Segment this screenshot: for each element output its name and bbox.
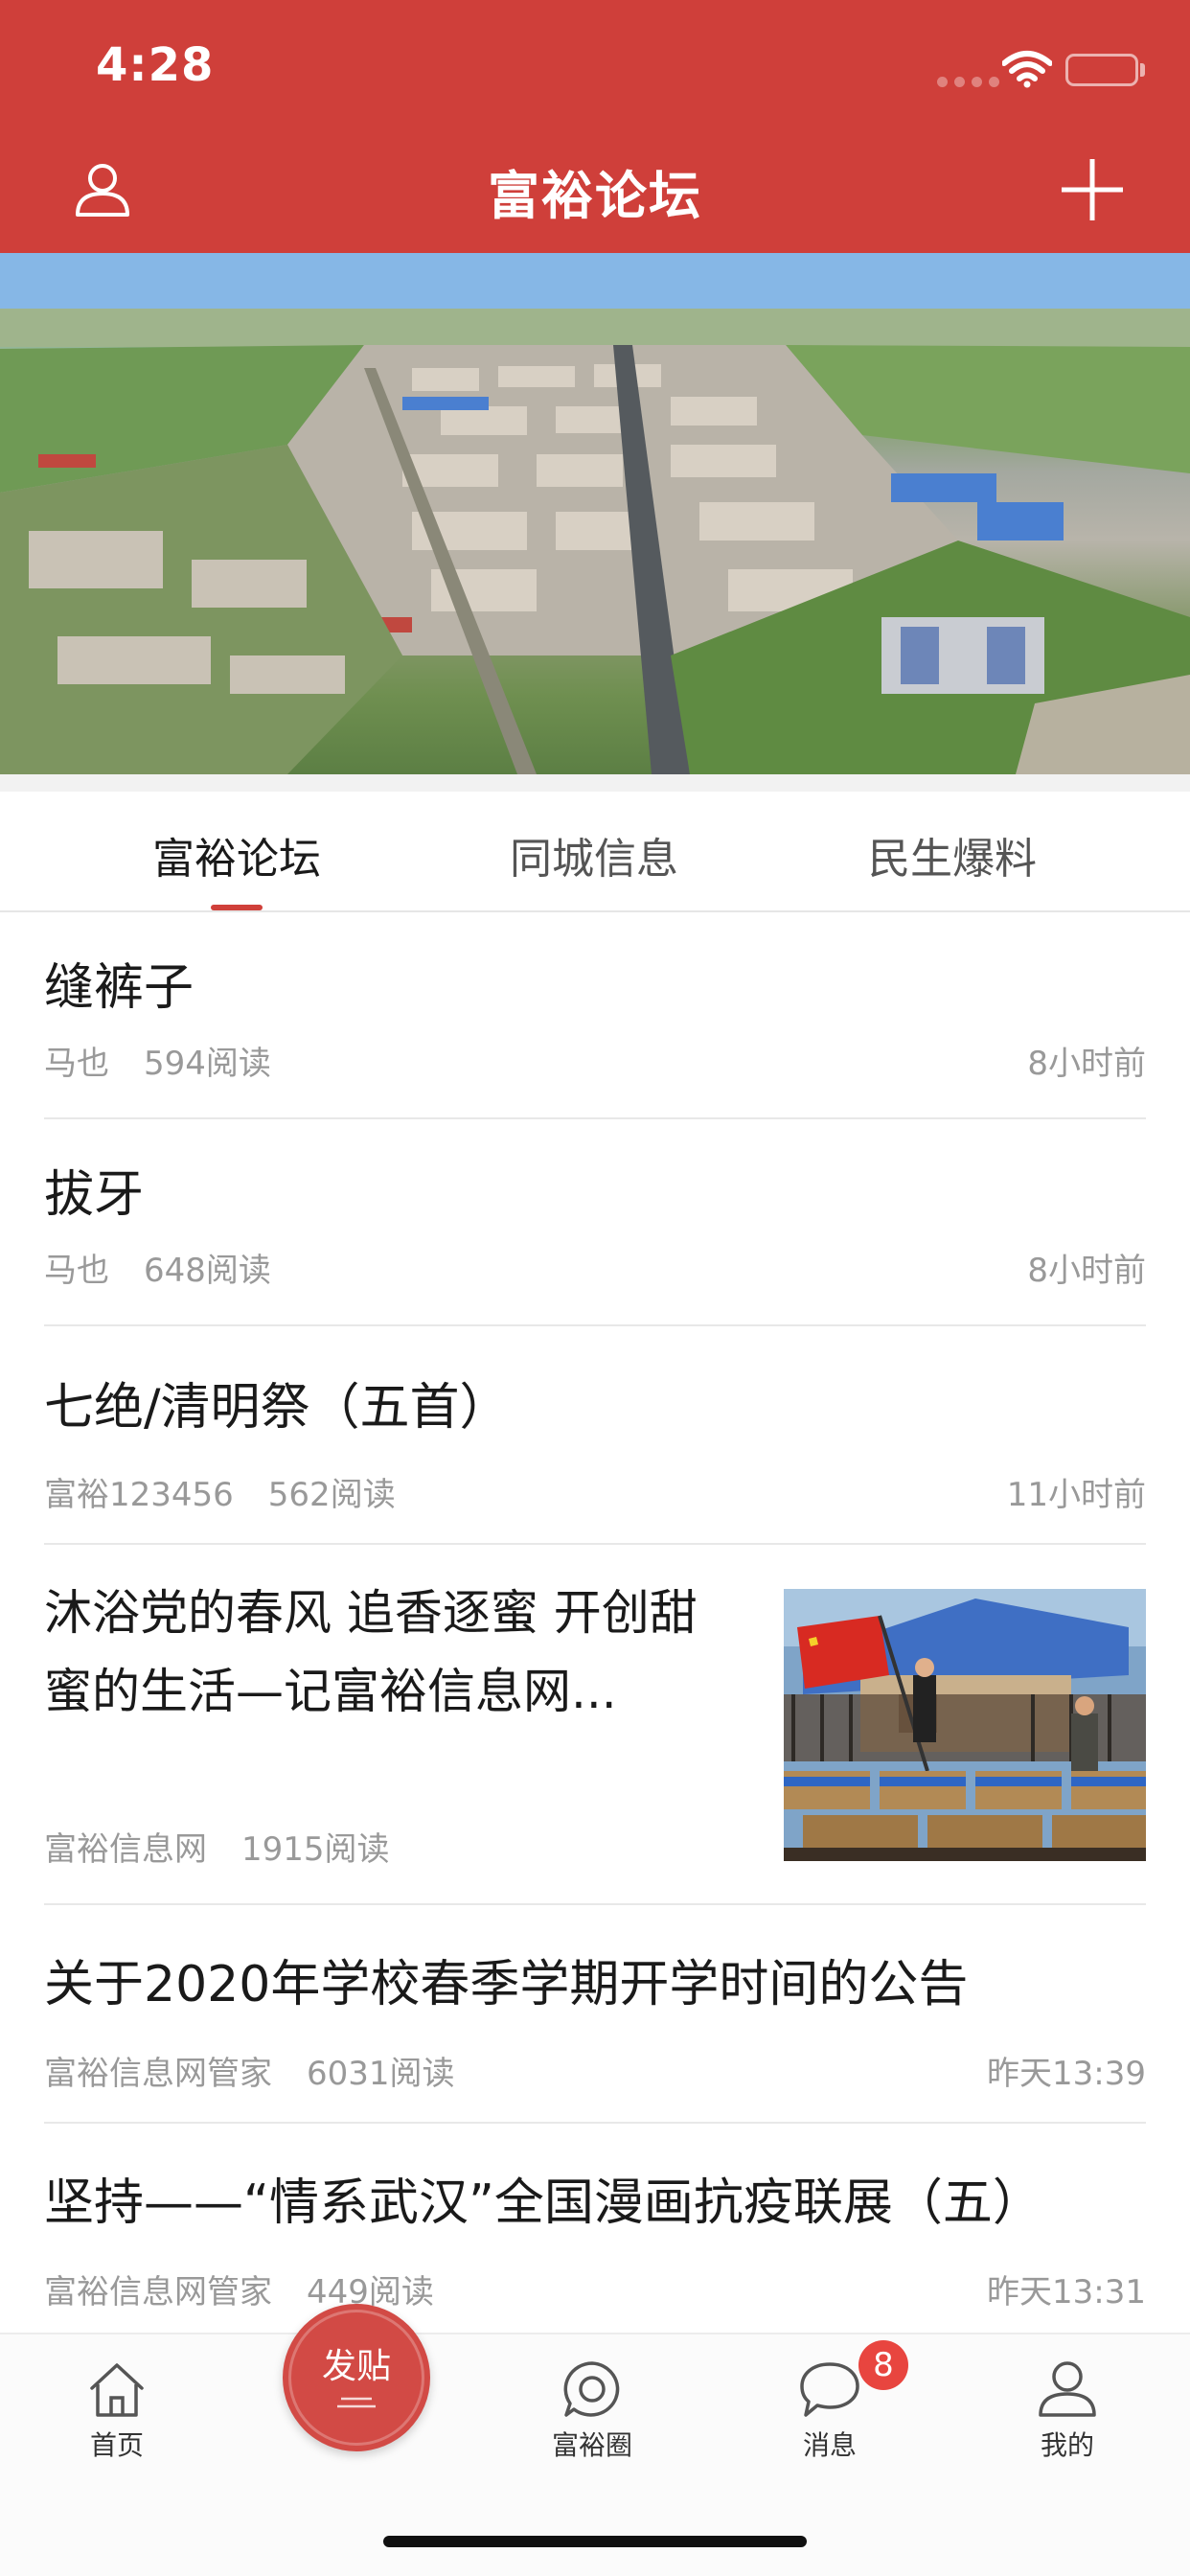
- cellular-signal-icon: [937, 77, 999, 87]
- post-item[interactable]: 坚持——“情系武汉”全国漫画抗疫联展（五） 富裕信息网管家 449阅读 昨天13:…: [44, 2124, 1146, 2333]
- tab-mine-label: 我的: [1040, 2429, 1094, 2461]
- town-aerial-photo: [0, 253, 1190, 774]
- chat-circle-icon: [563, 2361, 620, 2417]
- wifi-icon: [1002, 51, 1052, 88]
- menu-lines-icon: [337, 2397, 376, 2408]
- tab-circle[interactable]: 富裕圈: [535, 2359, 650, 2463]
- tab-public-reports[interactable]: 民生爆料: [809, 824, 1096, 886]
- person-icon: [1039, 2361, 1096, 2417]
- tab-circle-label: 富裕圈: [551, 2429, 632, 2461]
- new-post-button[interactable]: 发贴: [283, 2304, 430, 2451]
- tab-mine[interactable]: 我的: [1010, 2359, 1125, 2463]
- post-author: 马也: [44, 1045, 109, 1083]
- home-icon: [90, 2363, 144, 2417]
- post-author: 马也: [44, 1252, 109, 1290]
- speech-bubble-icon: [800, 2362, 859, 2417]
- post-title: 拔牙: [44, 1166, 145, 1224]
- post-author: 富裕信息网管家: [44, 2273, 272, 2312]
- post-title: 坚持——“情系武汉”全国漫画抗疫联展（五）: [44, 2174, 1042, 2232]
- post-time: 昨天13:31: [987, 2273, 1146, 2312]
- post-item[interactable]: 缝裤子 马也 594阅读 8小时前: [44, 912, 1146, 1119]
- section-divider: [0, 774, 1190, 792]
- post-reads: 648阅读: [144, 1252, 271, 1290]
- app-header: 4:28 富裕论坛: [0, 0, 1190, 253]
- page-title: 富裕论坛: [488, 166, 702, 226]
- post-reads: 562阅读: [267, 1476, 396, 1514]
- active-tab-indicator: [211, 905, 263, 910]
- post-title: 关于2020年学校春季学期开学时间的公告: [44, 1956, 969, 2013]
- tab-local-info[interactable]: 同城信息: [450, 824, 738, 886]
- post-time: 8小时前: [1027, 1252, 1146, 1290]
- battery-tip: [1140, 63, 1145, 77]
- post-time: 8小时前: [1027, 1045, 1146, 1083]
- post-author: 富裕123456: [44, 1476, 234, 1514]
- post-author: 富裕信息网: [44, 1830, 207, 1869]
- post-title: 沐浴党的春风 追香逐蜜 开创甜蜜的生活—记富裕信息网...: [44, 1585, 698, 1719]
- banner-image[interactable]: [0, 253, 1190, 774]
- tab-home-label: 首页: [89, 2429, 144, 2461]
- plus-icon[interactable]: [1060, 157, 1125, 222]
- post-author: 富裕信息网管家: [44, 2055, 272, 2093]
- status-time: 4:28: [96, 38, 215, 92]
- post-time: 11小时前: [1006, 1476, 1146, 1514]
- post-reads: 1915阅读: [241, 1830, 390, 1869]
- post-item[interactable]: 关于2020年学校春季学期开学时间的公告 富裕信息网管家 6031阅读 昨天13:…: [44, 1905, 1146, 2124]
- post-meta: 富裕信息网管家 6031阅读: [44, 2047, 455, 2094]
- category-tabs: 富裕论坛 同城信息 民生爆料: [0, 792, 1190, 912]
- post-meta: 马也 594阅读: [44, 1037, 271, 1084]
- messages-badge: 8: [858, 2340, 908, 2390]
- beekeeping-photo: [784, 1589, 1146, 1861]
- post-time: 昨天13:39: [987, 2055, 1146, 2093]
- tab-forum[interactable]: 富裕论坛: [93, 824, 380, 886]
- post-item[interactable]: 沐浴党的春风 追香逐蜜 开创甜蜜的生活—记富裕信息网... 富裕信息网 1915阅…: [44, 1545, 1146, 1905]
- post-item[interactable]: 七绝/清明祭（五首） 富裕123456 562阅读 11小时前: [44, 1326, 1146, 1545]
- post-reads: 6031阅读: [307, 2055, 455, 2093]
- post-reads: 594阅读: [144, 1045, 271, 1083]
- post-button-label: 发贴: [321, 2347, 391, 2386]
- tab-messages-label: 消息: [802, 2429, 857, 2461]
- post-meta: 富裕123456 562阅读: [44, 1468, 396, 1515]
- post-title: 七绝/清明祭（五首）: [44, 1379, 510, 1437]
- home-indicator[interactable]: [383, 2536, 807, 2547]
- post-meta: 马也 648阅读: [44, 1244, 271, 1291]
- post-item[interactable]: 拔牙 马也 648阅读 8小时前: [44, 1119, 1146, 1326]
- post-thumbnail[interactable]: [784, 1589, 1146, 1861]
- post-title: 缝裤子: [44, 959, 195, 1017]
- battery-icon: [1065, 54, 1138, 86]
- post-meta: 富裕信息网 1915阅读: [44, 1823, 390, 1870]
- tab-home[interactable]: 首页: [59, 2359, 174, 2463]
